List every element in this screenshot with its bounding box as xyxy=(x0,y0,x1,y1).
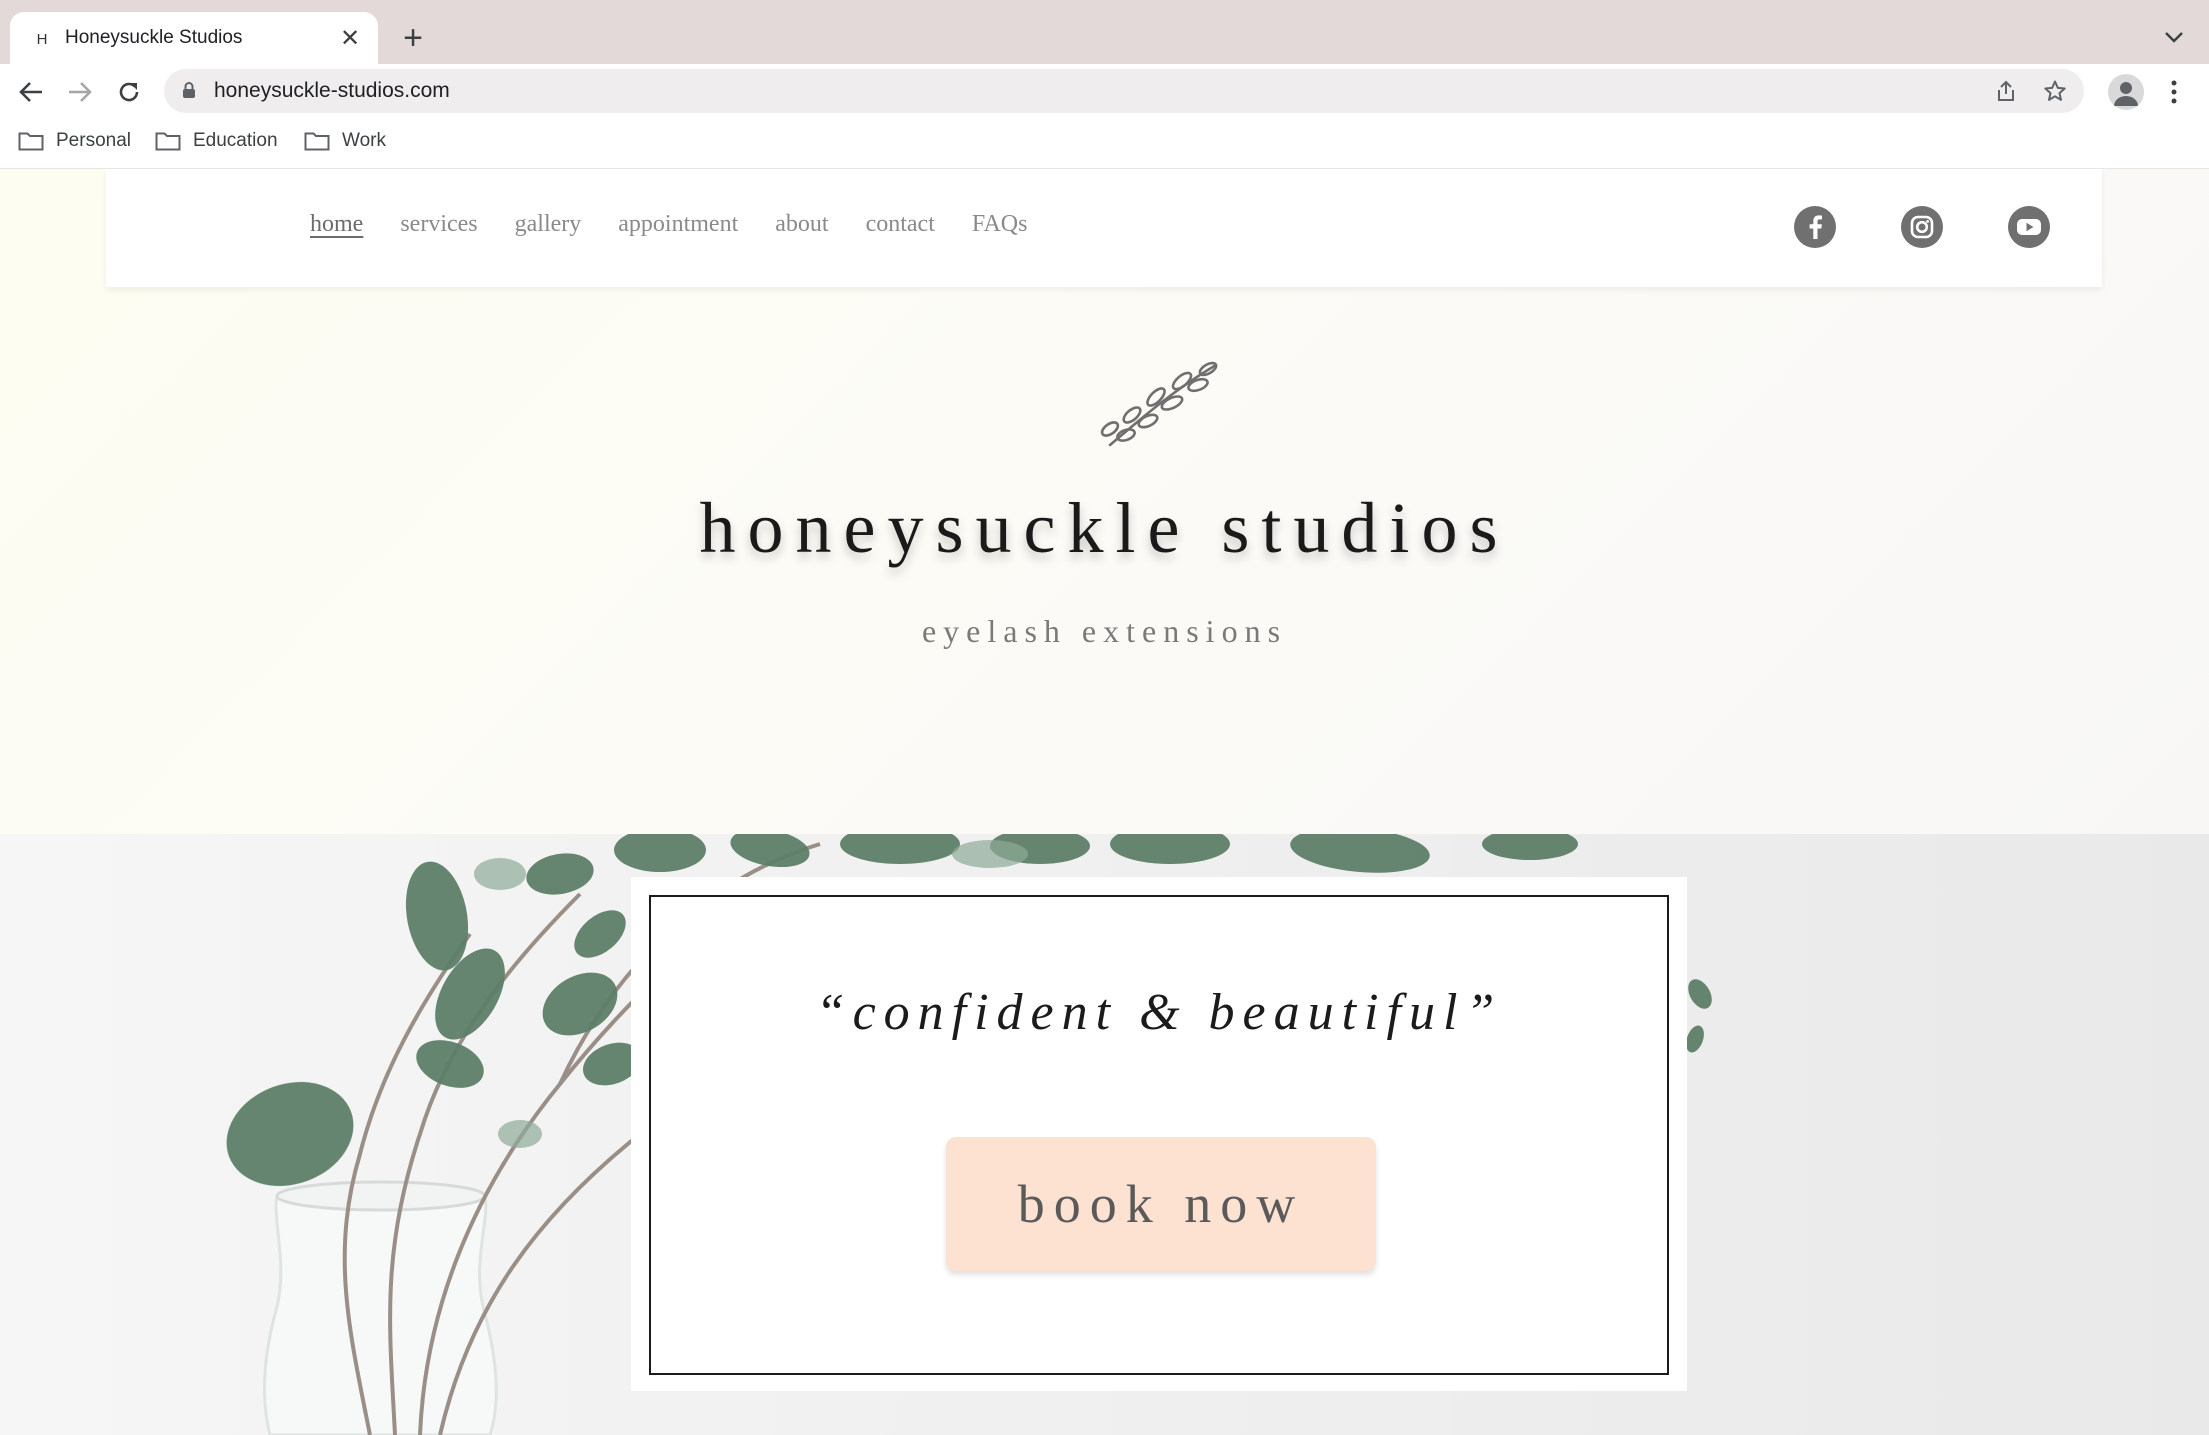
bookmark-label: Personal xyxy=(56,130,131,151)
forward-icon[interactable] xyxy=(63,75,97,109)
folder-icon xyxy=(304,132,330,151)
cta-card-frame: “confident & beautiful” book now xyxy=(649,895,1669,1375)
browser-toolbar: honeysuckle-studios.com xyxy=(0,64,2209,118)
nav-contact[interactable]: contact xyxy=(866,211,935,238)
folder-icon xyxy=(18,132,44,151)
profile-avatar-icon[interactable] xyxy=(2108,74,2144,110)
bookmark-label: Education xyxy=(193,130,278,151)
cta-card: “confident & beautiful” book now xyxy=(631,877,1687,1391)
bookmark-label: Work xyxy=(342,130,386,151)
nav-links: home services gallery appointment about … xyxy=(310,211,1064,238)
folder-icon xyxy=(155,132,181,151)
book-now-button[interactable]: book now xyxy=(946,1137,1376,1271)
share-icon[interactable] xyxy=(1992,77,2020,105)
sprig-logo-icon xyxy=(1100,361,1218,447)
tab-title: Honeysuckle Studios xyxy=(65,27,243,48)
bookmark-folder-education[interactable]: Education xyxy=(155,130,278,152)
hero-section: home services gallery appointment about … xyxy=(0,169,2209,834)
facebook-icon[interactable] xyxy=(1794,206,1836,248)
tab-search-chevron-icon[interactable] xyxy=(2159,22,2189,52)
youtube-icon[interactable] xyxy=(2008,206,2050,248)
tab-close-icon[interactable]: ✕ xyxy=(336,24,364,52)
web-page: home services gallery appointment about … xyxy=(0,169,2209,1435)
nav-services[interactable]: services xyxy=(400,211,477,238)
new-tab-icon[interactable]: + xyxy=(395,19,431,57)
nav-about[interactable]: about xyxy=(775,211,828,238)
lock-icon xyxy=(182,81,196,104)
nav-appointment[interactable]: appointment xyxy=(618,211,738,238)
bookmark-folder-personal[interactable]: Personal xyxy=(18,130,131,152)
feature-section: “confident & beautiful” book now xyxy=(0,834,2209,1435)
bookmark-folder-work[interactable]: Work xyxy=(304,130,386,152)
site-title: honeysuckle studios xyxy=(699,488,1510,568)
nav-faqs[interactable]: FAQs xyxy=(972,211,1028,238)
browser-menu-icon[interactable] xyxy=(2162,76,2186,108)
bookmark-star-icon[interactable] xyxy=(2041,77,2069,105)
nav-gallery[interactable]: gallery xyxy=(515,211,582,238)
site-navbar: home services gallery appointment about … xyxy=(106,169,2102,287)
url-text: honeysuckle-studios.com xyxy=(214,79,450,102)
bookmarks-bar: Personal Education Work xyxy=(0,118,2209,169)
instagram-icon[interactable] xyxy=(1901,206,1943,248)
site-tagline: eyelash extensions xyxy=(921,613,1288,649)
tagline-quote: “confident & beautiful” xyxy=(815,984,1503,1041)
nav-home[interactable]: home xyxy=(310,211,363,238)
tab-honeysuckle-studios[interactable]: H Honeysuckle Studios ✕ xyxy=(10,12,378,64)
address-bar[interactable]: honeysuckle-studios.com xyxy=(164,69,2084,113)
back-icon[interactable] xyxy=(14,75,48,109)
tab-favicon: H xyxy=(36,30,48,48)
tab-strip: H Honeysuckle Studios ✕ + xyxy=(0,0,2209,64)
reload-icon[interactable] xyxy=(112,75,146,109)
